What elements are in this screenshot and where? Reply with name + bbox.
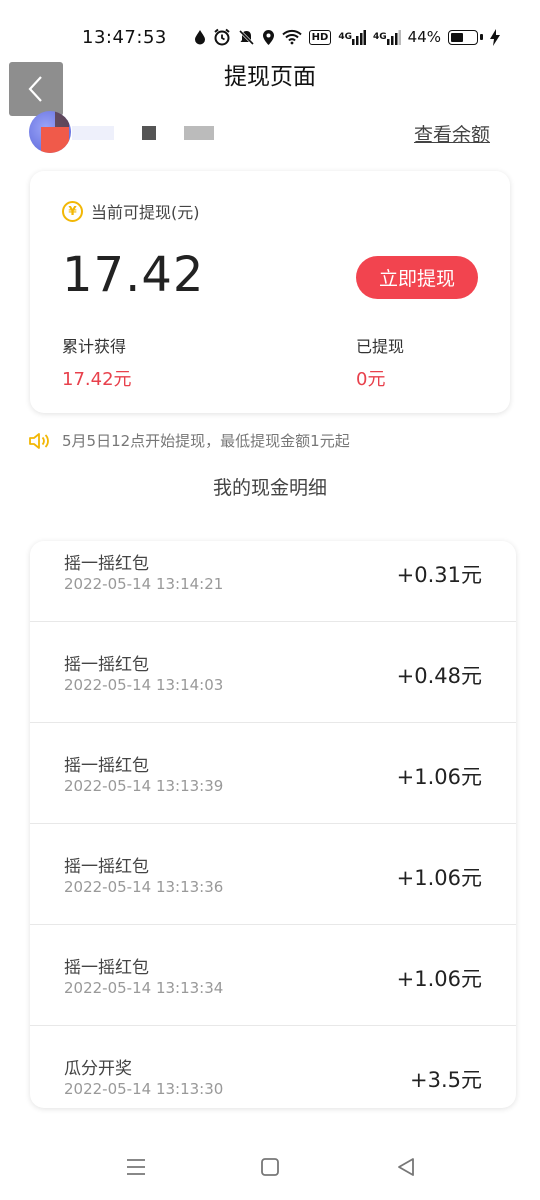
withdraw-notice: 5月5日12点开始提现，最低提现金额1元起 [28, 430, 350, 451]
battery-percent: 44% [407, 28, 441, 46]
list-item: 摇一摇红包 2022-05-14 13:14:03 +0.48元 [30, 622, 516, 723]
battery-fill [451, 32, 464, 42]
back-nav-button[interactable] [391, 1152, 421, 1182]
back-button[interactable] [9, 62, 63, 116]
list-item: 瓜分开奖 2022-05-14 13:13:30 +3.5元 [30, 1026, 516, 1108]
signal-label-1: 4G [338, 32, 352, 42]
speaker-icon [29, 432, 49, 449]
menu-icon [127, 1159, 145, 1175]
alarm-icon [213, 28, 231, 46]
list-item: 摇一摇红包 2022-05-14 13:14:21 +0.31元 [30, 541, 516, 622]
mute-bell-icon [238, 29, 255, 46]
wifi-icon [281, 29, 302, 45]
withdraw-screen: 13:47:53 HD 4G 4G 44% 提现页面 查看余额 ¥ 当前可提现(… [0, 0, 540, 1200]
page-title: 提现页面 [224, 64, 316, 90]
record-amount: +1.06元 [396, 967, 482, 991]
masked-username-part [184, 126, 214, 140]
hd-icon: HD [308, 29, 332, 45]
record-amount: +1.06元 [396, 866, 482, 890]
avatar [29, 111, 71, 153]
battery-icon [448, 29, 483, 45]
home-nav-button[interactable] [255, 1152, 285, 1182]
withdraw-now-button[interactable]: 立即提现 [356, 256, 478, 299]
withdrawn-value: 0元 [356, 369, 386, 390]
location-icon [262, 29, 275, 46]
record-title: 摇一摇红包 [64, 655, 149, 675]
status-time: 13:47:53 [82, 26, 167, 48]
chevron-left-icon [28, 76, 42, 102]
record-time: 2022-05-14 13:13:39 [64, 777, 224, 795]
balance-card: ¥ 当前可提现(元) 17.42 立即提现 累计获得 17.42元 已提现 0元 [30, 171, 510, 413]
withdrawable-label: 当前可提现(元) [91, 203, 200, 222]
signal-label-2: 4G [373, 32, 387, 42]
withdrawable-label-row: ¥ 当前可提现(元) [62, 199, 200, 223]
signal-icon-2: 4G [373, 29, 401, 45]
total-earned-stat: 累计获得 17.42元 [62, 333, 132, 391]
square-home-icon [261, 1158, 279, 1176]
notice-text: 5月5日12点开始提现，最低提现金额1元起 [62, 432, 350, 450]
record-title: 摇一摇红包 [64, 756, 149, 776]
withdrawn-label: 已提现 [356, 337, 405, 356]
cash-details-title: 我的现金明细 [212, 477, 327, 499]
list-item: 摇一摇红包 2022-05-14 13:13:34 +1.06元 [30, 925, 516, 1026]
masked-username-part [142, 126, 156, 140]
record-title: 摇一摇红包 [64, 554, 149, 574]
list-item: 摇一摇红包 2022-05-14 13:13:39 +1.06元 [30, 723, 516, 824]
record-time: 2022-05-14 13:13:34 [64, 979, 224, 997]
yen-coin-icon: ¥ [62, 200, 83, 222]
record-title: 摇一摇红包 [64, 857, 149, 877]
system-nav-bar [0, 1140, 540, 1192]
withdrawn-stat: 已提现 0元 [356, 333, 404, 391]
record-amount: +0.31元 [396, 563, 482, 587]
record-time: 2022-05-14 13:14:21 [64, 575, 224, 593]
cash-records-list: 摇一摇红包 2022-05-14 13:14:21 +0.31元 摇一摇红包 2… [30, 541, 516, 1108]
charging-icon [490, 28, 500, 46]
record-amount: +3.5元 [410, 1068, 482, 1092]
masked-username [72, 126, 114, 140]
record-title: 摇一摇红包 [64, 958, 149, 978]
status-icons: HD 4G 4G 44% [194, 28, 500, 46]
record-time: 2022-05-14 13:13:30 [64, 1080, 224, 1098]
list-item: 摇一摇红包 2022-05-14 13:13:36 +1.06元 [30, 824, 516, 925]
triangle-back-icon [398, 1158, 414, 1176]
total-earned-value: 17.42元 [62, 369, 132, 390]
withdrawable-amount: 17.42 [62, 247, 205, 303]
status-bar: 13:47:53 HD 4G 4G 44% [0, 22, 540, 52]
menu-nav-button[interactable] [121, 1152, 151, 1182]
signal-icon-1: 4G [338, 29, 366, 45]
record-amount: +0.48元 [396, 664, 482, 688]
record-amount: +1.06元 [396, 765, 482, 789]
water-drop-icon [194, 29, 206, 45]
record-time: 2022-05-14 13:13:36 [64, 878, 224, 896]
total-earned-label: 累计获得 [62, 337, 127, 356]
record-time: 2022-05-14 13:14:03 [64, 676, 224, 694]
record-title: 瓜分开奖 [64, 1059, 132, 1079]
view-balance-link[interactable]: 查看余额 [414, 120, 490, 147]
